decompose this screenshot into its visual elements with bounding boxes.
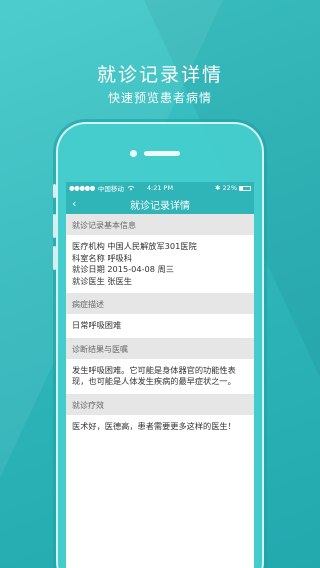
battery-icon <box>239 185 251 191</box>
nav-bar: ‹ 就诊记录详情 <box>66 194 254 214</box>
section-header-diagnosis: 诊断结果与医嘱 <box>66 337 254 359</box>
phone-screen: ●●●●● 中国移动 4:21 PM ✱ 22% ‹ 就诊记录详情 就诊记录基本… <box>66 182 254 568</box>
section-header-basic-info: 就诊记录基本信息 <box>66 214 254 235</box>
visit-date-field: 就诊日期 2015-04-08 周三 <box>72 264 174 274</box>
promo-subline: 快速预览患者病情 <box>107 91 212 105</box>
phone-frame: ●●●●● 中国移动 4:21 PM ✱ 22% ‹ 就诊记录详情 就诊记录基本… <box>53 122 264 568</box>
section-body-basic-info: 医疗机构 中国人民解放军301医院 科室名称 呼吸科 就诊日期 2015-04-… <box>66 235 254 293</box>
section-body-effect: 医术好，医德高，患者需要更多这样的医生！ <box>66 414 254 438</box>
section-body-symptom: 日常呼吸困难 <box>66 314 254 338</box>
status-time: 4:21 PM <box>146 184 174 192</box>
back-chevron-icon[interactable]: ‹ <box>72 197 76 210</box>
phone-camera <box>130 150 137 157</box>
phone-volume-down <box>53 246 56 270</box>
phone-volume-up <box>53 214 56 238</box>
phone-side-button <box>53 184 56 198</box>
section-header-symptom: 病症描述 <box>66 293 254 314</box>
institution-field: 医疗机构 中国人民解放军301医院 <box>72 241 197 251</box>
diagnosis-text: 发生呼吸困难。它可能是身体器官的功能性表现，也可能是人体发生疾病的最早症状之一。 <box>72 364 236 387</box>
department-field: 科室名称 呼吸科 <box>72 252 132 263</box>
symptom-text: 日常呼吸困难 <box>72 320 122 330</box>
promo-headline: 就诊记录详情 <box>96 64 223 86</box>
section-header-effect: 就诊疗效 <box>66 393 254 415</box>
phone-speaker <box>144 151 180 156</box>
section-body-diagnosis: 发生呼吸困难。它可能是身体器官的功能性表现，也可能是人体发生疾病的最早症状之一。 <box>66 358 254 394</box>
status-bar: ●●●●● 中国移动 4:21 PM ✱ 22% <box>66 182 254 194</box>
doctor-field: 就诊医生 张医生 <box>72 275 132 286</box>
nav-title: 就诊记录详情 <box>130 200 190 212</box>
effect-text: 医术好，医德高，患者需要更多这样的医生！ <box>72 420 236 431</box>
